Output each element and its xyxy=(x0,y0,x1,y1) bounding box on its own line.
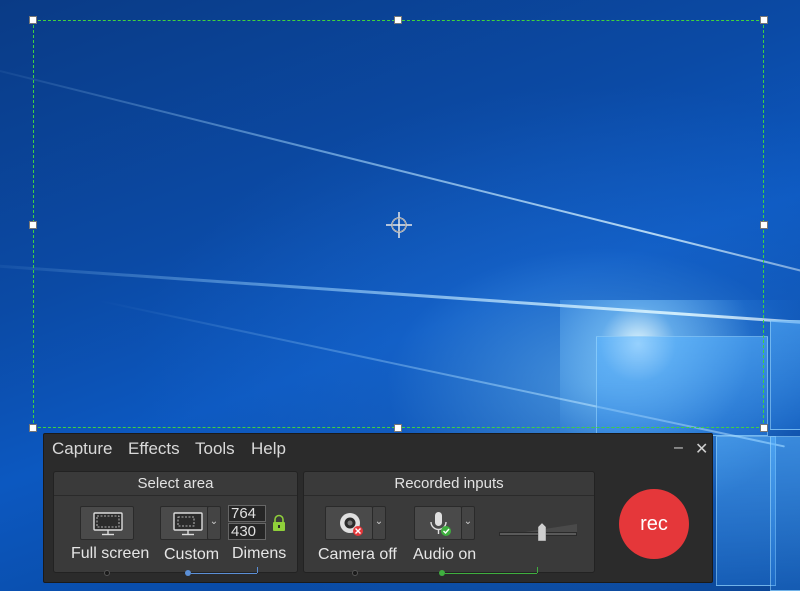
resize-handle-bottom-left[interactable] xyxy=(29,424,37,432)
resize-handle-top-right[interactable] xyxy=(760,16,768,24)
camera-toggle-button[interactable] xyxy=(325,506,373,540)
select-area-panel: Select area Full screen ⌄ Custom 764 430… xyxy=(53,471,298,576)
full-screen-indicator xyxy=(104,570,110,576)
camera-dropdown[interactable]: ⌄ xyxy=(372,506,386,540)
select-area-title: Select area xyxy=(54,472,297,496)
window-pane xyxy=(770,436,800,591)
custom-area-button[interactable] xyxy=(160,506,214,540)
custom-indicator-line xyxy=(191,573,257,574)
monitor-icon xyxy=(93,512,123,536)
custom-label: Custom xyxy=(164,546,220,563)
menu-effects[interactable]: Effects xyxy=(128,439,180,459)
resize-handle-top-left[interactable] xyxy=(29,16,37,24)
record-button[interactable]: rec xyxy=(619,489,689,559)
resize-handle-left[interactable] xyxy=(29,221,37,229)
resize-handle-bottom-right[interactable] xyxy=(760,424,768,432)
camera-off-label: Camera off xyxy=(318,546,397,563)
menu-tools[interactable]: Tools xyxy=(195,439,235,459)
camera-indicator xyxy=(352,570,358,576)
audio-indicator-line xyxy=(445,573,537,574)
resize-handle-bottom[interactable] xyxy=(394,424,402,432)
minimize-button[interactable]: – xyxy=(674,439,683,457)
full-screen-button[interactable] xyxy=(80,506,134,540)
recorded-inputs-title: Recorded inputs xyxy=(304,472,594,496)
audio-toggle-button[interactable] xyxy=(414,506,462,540)
audio-on-label: Audio on xyxy=(413,546,477,563)
custom-area-dropdown[interactable]: ⌄ xyxy=(207,506,221,540)
webcam-off-icon xyxy=(340,513,363,536)
recorder-toolbar: Capture Effects Tools Help – ✕ Select ar… xyxy=(43,433,713,583)
custom-indicator-tick xyxy=(257,567,258,573)
window-pane xyxy=(716,436,776,586)
width-field[interactable] xyxy=(228,505,266,522)
audio-volume-thumb[interactable] xyxy=(537,523,546,541)
audio-dropdown[interactable]: ⌄ xyxy=(461,506,475,540)
lock-icon[interactable] xyxy=(270,514,288,532)
menu-help[interactable]: Help xyxy=(251,439,286,459)
dimensions-label: Dimens xyxy=(232,545,287,562)
close-button[interactable]: ✕ xyxy=(695,439,708,459)
resize-handle-top[interactable] xyxy=(394,16,402,24)
audio-indicator-tick xyxy=(537,567,538,573)
window-pane xyxy=(770,320,800,430)
menu-bar: Capture Effects Tools Help – ✕ xyxy=(44,434,712,464)
microphone-on-icon xyxy=(430,512,451,536)
menu-capture[interactable]: Capture xyxy=(52,439,112,459)
resize-handle-right[interactable] xyxy=(760,221,768,229)
height-field[interactable] xyxy=(228,523,266,540)
crosshair-icon[interactable] xyxy=(386,212,412,238)
full-screen-label: Full screen xyxy=(71,545,150,562)
